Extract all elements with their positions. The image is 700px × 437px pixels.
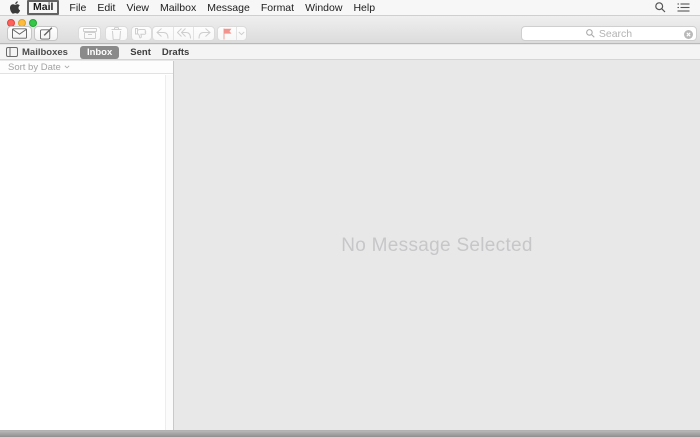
flag-icon (223, 28, 232, 40)
sort-header[interactable]: Sort by Date (0, 61, 173, 74)
reply-button-group (152, 26, 215, 41)
menu-item-view[interactable]: View (125, 2, 150, 14)
mailboxes-label: Mailboxes (22, 46, 68, 58)
mailboxes-toggle[interactable]: Mailboxes (6, 47, 68, 58)
menu-item-file[interactable]: File (68, 2, 87, 14)
menu-item-format[interactable]: Format (260, 2, 295, 14)
reply-all-button[interactable] (172, 27, 194, 40)
chevron-down-icon (238, 31, 245, 36)
archive-button[interactable] (78, 26, 101, 41)
menu-item-window[interactable]: Window (304, 2, 343, 14)
apple-menu[interactable] (10, 1, 21, 14)
envelope-icon (12, 28, 27, 39)
flag-button[interactable] (218, 27, 236, 40)
favorites-item-drafts[interactable]: Drafts (162, 47, 189, 58)
message-list-pane: Sort by Date (0, 61, 174, 430)
no-message-selected-text: No Message Selected (341, 234, 533, 256)
search-placeholder-wrap: Search (585, 27, 633, 40)
search-icon (585, 29, 595, 38)
menu-item-edit[interactable]: Edit (96, 2, 116, 14)
menu-item-message[interactable]: Message (206, 2, 251, 14)
favorites-item-inbox[interactable]: Inbox (79, 45, 120, 59)
message-list-scrollbar[interactable] (165, 75, 173, 430)
search-placeholder: Search (598, 27, 633, 40)
archive-icon (82, 28, 97, 39)
get-mail-button[interactable] (7, 26, 32, 41)
trash-icon (111, 27, 122, 40)
window-bottom-edge (0, 430, 700, 437)
message-list-empty (0, 75, 164, 430)
favorites-bar: Mailboxes Inbox Sent Drafts (0, 45, 700, 60)
message-view-pane: No Message Selected (174, 61, 700, 430)
mailboxes-sidebar-icon (6, 47, 18, 57)
compose-button[interactable] (34, 26, 58, 41)
search-input[interactable]: Search (521, 26, 697, 41)
spotlight-search-icon[interactable] (655, 2, 666, 13)
forward-button[interactable] (193, 27, 214, 40)
forward-icon (198, 28, 211, 39)
menu-item-mailbox[interactable]: Mailbox (159, 2, 197, 14)
apple-logo-icon (10, 1, 21, 14)
search-clear-button[interactable] (684, 29, 693, 39)
reply-all-icon (176, 28, 191, 39)
reply-button[interactable] (153, 27, 173, 40)
trash-button[interactable] (105, 26, 128, 41)
compose-icon (39, 27, 53, 40)
menu-bar: Mail File Edit View Mailbox Message Form… (0, 0, 700, 16)
flag-menu-button[interactable] (236, 27, 246, 40)
menu-bar-status-icons (655, 2, 690, 13)
content-area: Sort by Date No Message Selected (0, 61, 700, 430)
menu-item-help[interactable]: Help (352, 2, 376, 14)
mail-window: Mail File Edit View Mailbox Message Form… (0, 0, 700, 437)
thumbs-down-icon (135, 27, 148, 40)
flag-split-button (217, 26, 247, 41)
reply-icon (156, 28, 169, 39)
menu-item-mail[interactable]: Mail (27, 0, 60, 15)
junk-button[interactable] (131, 26, 152, 41)
notification-center-icon[interactable] (677, 3, 690, 12)
sort-chevron-down-icon (64, 65, 70, 69)
toolbar: Search (0, 16, 700, 44)
sort-label: Sort by Date (8, 61, 61, 73)
favorites-item-sent[interactable]: Sent (130, 47, 151, 58)
